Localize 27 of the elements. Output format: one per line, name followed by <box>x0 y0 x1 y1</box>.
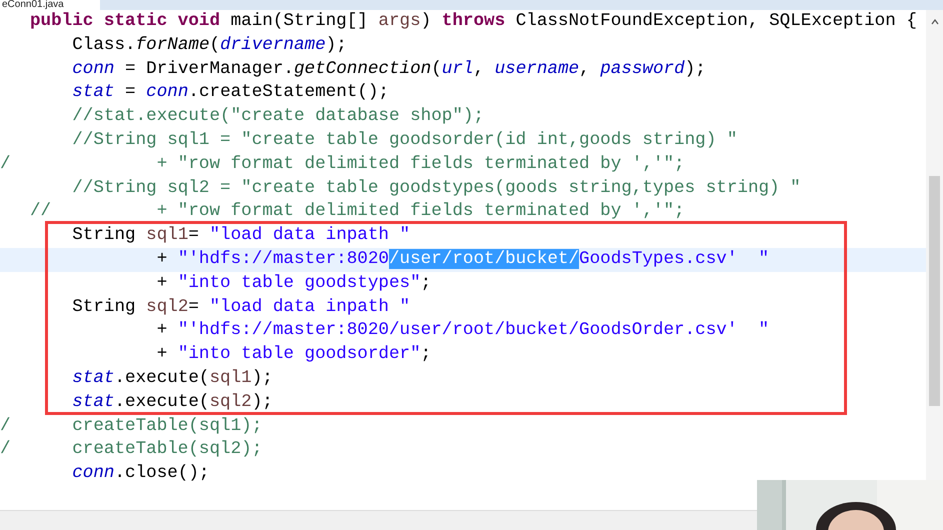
code-line: createTable(sql2); <box>71 438 262 462</box>
code-line: stat.execute(sql1); <box>71 366 273 390</box>
code-line: // + "row format delimited fields terminated by ','"; <box>30 200 685 224</box>
code-line: + "row format delimited fields terminated by ','"; <box>156 152 685 176</box>
code-line: + "into table goodstypes"; <box>156 272 432 295</box>
comment-marker: / <box>0 154 11 174</box>
code-line: conn.close(); <box>71 462 210 486</box>
code-line: stat = conn.createStatement(); <box>71 81 389 104</box>
code-line: String sql1= "load data inpath " <box>71 224 410 248</box>
code-line: String sql2= "load data inpath " <box>71 296 410 319</box>
code-line: + "into table goodsorder"; <box>156 343 432 366</box>
vertical-scrollbar[interactable] <box>926 10 943 480</box>
editor-tab[interactable]: eConn01.java <box>0 0 100 10</box>
code-line: stat.execute(sql2); <box>71 390 273 414</box>
code-line: createTable(sql1); <box>71 414 262 438</box>
code-line: public static void main(String[] args) throws ClassNotFoundException, SQLException { <box>30 10 917 33</box>
comment-marker: / <box>0 416 11 436</box>
code-line: + "'hdfs://master:8020/user/root/bucket/GoodsTypes.csv' " <box>156 248 770 271</box>
code-line: + "'hdfs://master:8020/user/root/bucket/GoodsOrder.csv' " <box>156 319 770 342</box>
code-line: //stat.execute("create database shop"); <box>71 105 484 128</box>
scroll-up-icon[interactable] <box>930 18 940 26</box>
code-line: conn = DriverManager.getConnection(url, username, password); <box>71 58 706 81</box>
scrollbar-thumb[interactable] <box>929 176 940 406</box>
code-line: //String sql1 = "create table goodsorder(id int,goods string) " <box>71 128 738 152</box>
code-line: //String sql2 = "create table goodstypes(goods string,types string) " <box>71 176 801 200</box>
code-line: Class.forName(drivername); <box>71 34 347 57</box>
comment-marker: / <box>0 439 11 460</box>
